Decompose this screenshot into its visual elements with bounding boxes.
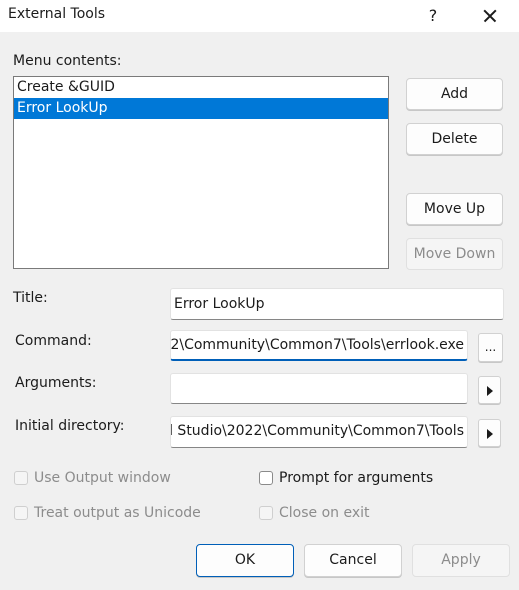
menu-contents-label: Menu contents: — [13, 53, 122, 69]
command-label: Command: — [15, 333, 92, 349]
apply-button[interactable]: Apply — [412, 544, 510, 577]
list-item-error-lookup[interactable]: Error LookUp — [14, 98, 388, 119]
command-field[interactable]: C:\Program Files\Microsoft Visual Studio… — [170, 330, 468, 361]
list-item-create-guid[interactable]: Create &GUID — [14, 77, 388, 98]
command-field-value: C:\Program Files\Microsoft Visual Studio… — [170, 337, 464, 353]
title-label: Title: — [13, 290, 48, 306]
use-output-window-label: Use Output window — [34, 470, 171, 486]
move-up-button[interactable]: Move Up — [406, 193, 503, 225]
treat-output-unicode-label: Treat output as Unicode — [34, 505, 201, 521]
checkbox-box — [14, 471, 28, 485]
title-field[interactable]: Error LookUp — [170, 288, 504, 320]
initial-directory-field-value: C:\Program Files\Microsoft Visual Studio… — [171, 423, 464, 439]
initial-directory-label: Initial directory: — [15, 418, 125, 434]
prompt-for-arguments-label: Prompt for arguments — [279, 470, 434, 486]
close-on-exit-label: Close on exit — [279, 505, 370, 521]
initial-directory-field[interactable]: C:\Program Files\Microsoft Visual Studio… — [170, 416, 468, 448]
arguments-menu-button[interactable] — [478, 376, 501, 404]
close-icon[interactable] — [474, 3, 504, 29]
title-field-value: Error LookUp — [174, 296, 265, 312]
ok-button[interactable]: OK — [196, 544, 294, 577]
title-bar: External Tools ? — [0, 0, 519, 32]
arguments-label: Arguments: — [15, 375, 97, 391]
delete-button[interactable]: Delete — [406, 123, 503, 155]
arrow-right-icon — [486, 429, 493, 439]
cancel-button[interactable]: Cancel — [304, 544, 402, 577]
checkbox-box — [14, 506, 28, 520]
checkbox-box — [259, 471, 273, 485]
add-button[interactable]: Add — [406, 78, 503, 110]
help-button[interactable]: ? — [420, 3, 446, 29]
arrow-right-icon — [486, 386, 493, 396]
arguments-field[interactable] — [170, 373, 468, 404]
checkbox-box — [259, 506, 273, 520]
menu-contents-list[interactable]: Create &GUID Error LookUp — [13, 76, 389, 269]
command-browse-button[interactable]: ... — [478, 333, 503, 362]
initial-directory-menu-button[interactable] — [478, 419, 501, 447]
window-title: External Tools — [8, 6, 106, 22]
move-down-button[interactable]: Move Down — [406, 238, 503, 270]
